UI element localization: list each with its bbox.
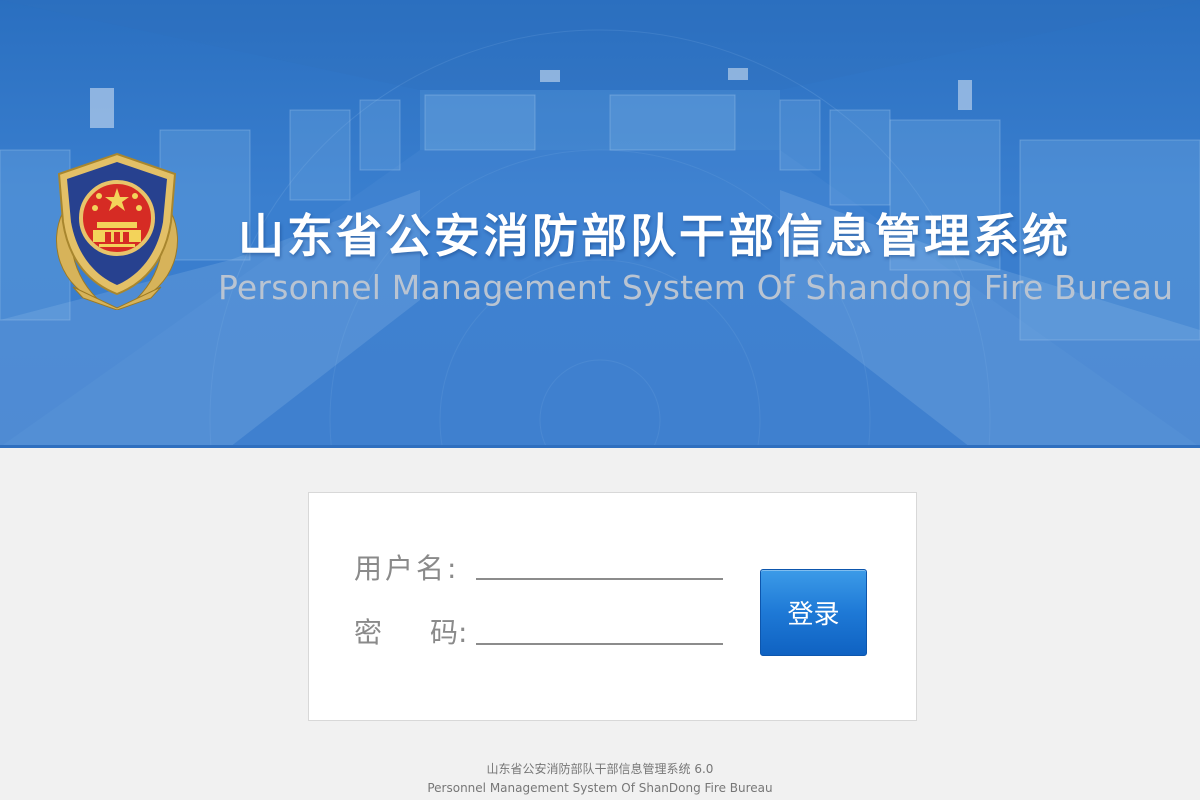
login-panel: 用户名: 密 码: 登录 xyxy=(308,492,917,721)
password-label-part1: 密 xyxy=(354,616,383,649)
footer: 山东省公安消防部队干部信息管理系统 6.0 Personnel Manageme… xyxy=(0,760,1200,798)
username-input[interactable] xyxy=(476,548,723,580)
password-label-part2: 码: xyxy=(430,616,468,649)
username-label: 用户名: xyxy=(354,552,460,585)
footer-version-line: 山东省公安消防部队干部信息管理系统 6.0 xyxy=(486,762,714,776)
login-button[interactable]: 登录 xyxy=(760,569,867,656)
header-banner: 山东省公安消防部队干部信息管理系统 Personnel Management S… xyxy=(0,0,1200,447)
footer-english-line: Personnel Management System Of ShanDong … xyxy=(427,781,773,795)
police-emblem-icon xyxy=(56,152,178,310)
password-label: 密 码: xyxy=(354,611,467,651)
password-input[interactable] xyxy=(476,613,723,645)
system-title-en: Personnel Management System Of Shandong … xyxy=(218,268,1174,307)
banner-divider xyxy=(0,445,1200,448)
system-title-cn: 山东省公安消防部队干部信息管理系统 xyxy=(238,209,1071,263)
